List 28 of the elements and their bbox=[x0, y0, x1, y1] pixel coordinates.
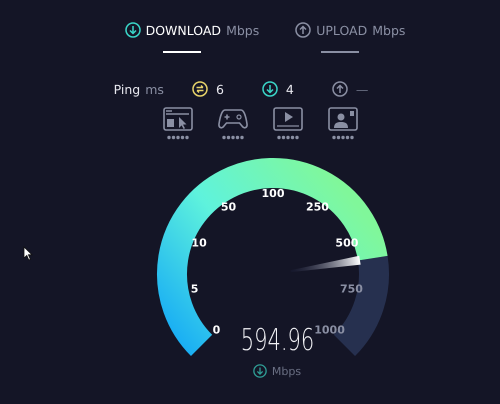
gauge-tick-label: 50 bbox=[220, 200, 236, 214]
gauge-tick-label: 100 bbox=[262, 187, 284, 200]
speed-unit: Mbps bbox=[272, 364, 302, 378]
ping-value: 4 bbox=[286, 82, 294, 96]
ping-label: Ping bbox=[114, 82, 140, 96]
gamepad-icon bbox=[218, 107, 248, 131]
rating-dots bbox=[276, 135, 298, 140]
rating-dots bbox=[332, 135, 354, 140]
gauge-tick-label: 1000 bbox=[314, 324, 345, 337]
rating-dots bbox=[222, 135, 244, 140]
ping-value: 6 bbox=[216, 82, 224, 96]
speed-tab[interactable]: DOWNLOAD Mbps bbox=[124, 22, 260, 53]
mouse-pointer-icon bbox=[23, 246, 33, 261]
ping-value: — bbox=[356, 82, 368, 96]
gauge-tick-label: 250 bbox=[306, 200, 329, 214]
gauge-needle bbox=[290, 256, 361, 272]
video-player-icon bbox=[272, 107, 302, 131]
gauge-tick-label: 10 bbox=[191, 236, 207, 250]
gauge-tick-label: 5 bbox=[190, 282, 198, 296]
speed-value: 594.96 bbox=[240, 326, 314, 356]
ping-unit: ms bbox=[145, 82, 164, 96]
rating-dots bbox=[166, 135, 188, 140]
gauge-tick-label: 0 bbox=[212, 324, 220, 337]
swap-arrows-icon bbox=[192, 81, 208, 97]
video-call-icon bbox=[328, 107, 358, 131]
browser-window-icon bbox=[162, 107, 192, 131]
speed-tab[interactable]: UPLOAD Mbps bbox=[295, 22, 406, 53]
gauge-tick-label: 750 bbox=[340, 282, 363, 296]
